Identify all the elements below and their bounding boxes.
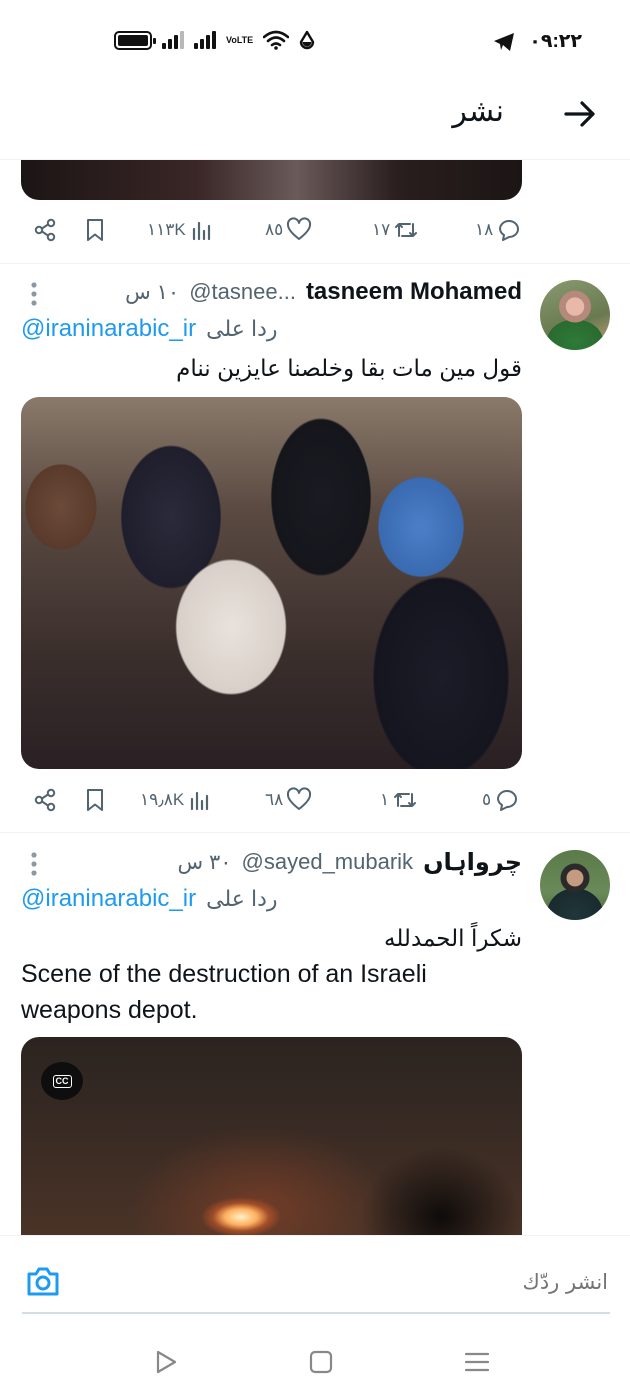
user-handle[interactable]: @tasnee... xyxy=(189,279,296,305)
retweet-button[interactable]: ١ xyxy=(380,780,418,820)
views-button[interactable]: ١١٣K xyxy=(147,210,215,250)
display-name[interactable]: چرواہاں xyxy=(423,848,522,877)
tweet-text-english: Scene of the destruction of an Israeli w… xyxy=(21,960,427,1024)
tweet-actions: ١٩٫٨K ٦٨ ١ ٥ xyxy=(20,780,525,820)
more-options-icon[interactable] xyxy=(28,279,40,309)
reply-button[interactable]: ٥ xyxy=(482,780,520,820)
share-icon xyxy=(34,788,56,812)
reply-count: ٥ xyxy=(482,790,492,809)
reply-to-label: ردا على xyxy=(206,316,278,341)
reply-input[interactable] xyxy=(168,1264,608,1300)
reply-composer xyxy=(0,1235,630,1325)
reply-icon xyxy=(499,220,520,241)
volte-indicator: VoLTE xyxy=(226,34,254,45)
cc-icon: CC xyxy=(52,1074,72,1088)
bookmark-button[interactable] xyxy=(82,210,108,250)
status-time: ٠٩:٢٢ xyxy=(529,31,582,52)
reply-count: ١٨ xyxy=(475,220,494,239)
heart-icon xyxy=(287,787,312,810)
display-name[interactable]: tasneem Mohamed xyxy=(306,278,522,306)
telegram-icon xyxy=(494,32,515,51)
page-title: نشر xyxy=(452,95,504,128)
back-arrow-icon[interactable] xyxy=(560,94,600,134)
avatar[interactable] xyxy=(540,850,610,920)
battery-icon xyxy=(114,30,156,50)
mention-link[interactable]: @iraninarabic_ir xyxy=(21,885,196,913)
signal-icon xyxy=(162,31,184,49)
like-count: ٦٨ xyxy=(265,790,284,809)
retweet-button[interactable]: ١٧ xyxy=(372,210,419,250)
view-count: ١١٣K xyxy=(147,220,186,239)
views-icon xyxy=(192,221,210,241)
back-nav-icon[interactable] xyxy=(151,1347,181,1377)
status-icons-left: VoLTE xyxy=(114,30,315,50)
share-icon xyxy=(34,218,56,242)
divider xyxy=(0,263,630,264)
tweet-text: قول مين مات بقا وخلصنا عايزين ننام xyxy=(176,355,522,381)
tweet-time: ٣٠ س xyxy=(177,850,232,874)
captions-button[interactable]: CC xyxy=(41,1062,83,1100)
wifi-icon xyxy=(263,30,290,50)
more-options-icon[interactable] xyxy=(28,849,40,879)
mention-link[interactable]: @iraninarabic_ir xyxy=(21,315,196,343)
heart-icon xyxy=(287,217,312,240)
user-handle[interactable]: @sayed_mubarik xyxy=(242,849,414,875)
retweet-count: ١٧ xyxy=(372,220,391,239)
bookmark-icon xyxy=(87,219,103,241)
like-count: ٨٥ xyxy=(265,220,284,239)
views-icon xyxy=(191,791,209,811)
status-icons-right: ٠٩:٢٢ xyxy=(493,30,582,53)
share-button[interactable] xyxy=(32,780,58,820)
menu-nav-icon[interactable] xyxy=(462,1347,492,1377)
reply-icon xyxy=(497,790,518,811)
like-button[interactable]: ٦٨ xyxy=(265,780,312,820)
views-button[interactable]: ١٩٫٨K xyxy=(140,780,213,820)
signal-icon-2 xyxy=(194,31,216,49)
tweet-header: tasneem Mohamed @tasnee... ١٠ س xyxy=(125,276,522,308)
data-saver-icon xyxy=(299,30,315,50)
reply-to-label: ردا على xyxy=(206,886,278,911)
bookmark-icon xyxy=(87,789,103,811)
tweet-text-arabic: شكراً الحمدلله xyxy=(383,925,522,951)
home-nav-icon[interactable] xyxy=(306,1347,336,1377)
camera-icon[interactable] xyxy=(25,1264,61,1300)
tweet-media-previous[interactable] xyxy=(21,160,522,200)
tweet-media[interactable] xyxy=(21,397,522,769)
reply-context: ردا على @iraninarabic_ir xyxy=(21,883,522,915)
tweet-video[interactable]: CC xyxy=(21,1037,522,1237)
retweet-count: ١ xyxy=(380,790,390,809)
system-nav-bar xyxy=(0,1325,630,1400)
share-button[interactable] xyxy=(32,210,58,250)
tweet-time: ١٠ س xyxy=(125,280,180,304)
tweet-header: چرواہاں @sayed_mubarik ٣٠ س xyxy=(177,846,522,878)
reply-button[interactable]: ١٨ xyxy=(475,210,522,250)
composer-underline xyxy=(22,1312,610,1314)
bookmark-button[interactable] xyxy=(82,780,108,820)
retweet-icon xyxy=(394,793,417,807)
view-count: ١٩٫٨K xyxy=(140,790,185,809)
retweet-icon xyxy=(395,223,418,237)
divider xyxy=(0,832,630,833)
tweet-actions-previous: ١١٣K ٨٥ ١٧ ١٨ xyxy=(20,210,525,250)
avatar[interactable] xyxy=(540,280,610,350)
app-header: نشر xyxy=(0,80,630,160)
status-bar: VoLTE ٠٩:٢٢ xyxy=(0,0,630,80)
reply-context: ردا على @iraninarabic_ir xyxy=(21,313,522,345)
like-button[interactable]: ٨٥ xyxy=(265,210,312,250)
